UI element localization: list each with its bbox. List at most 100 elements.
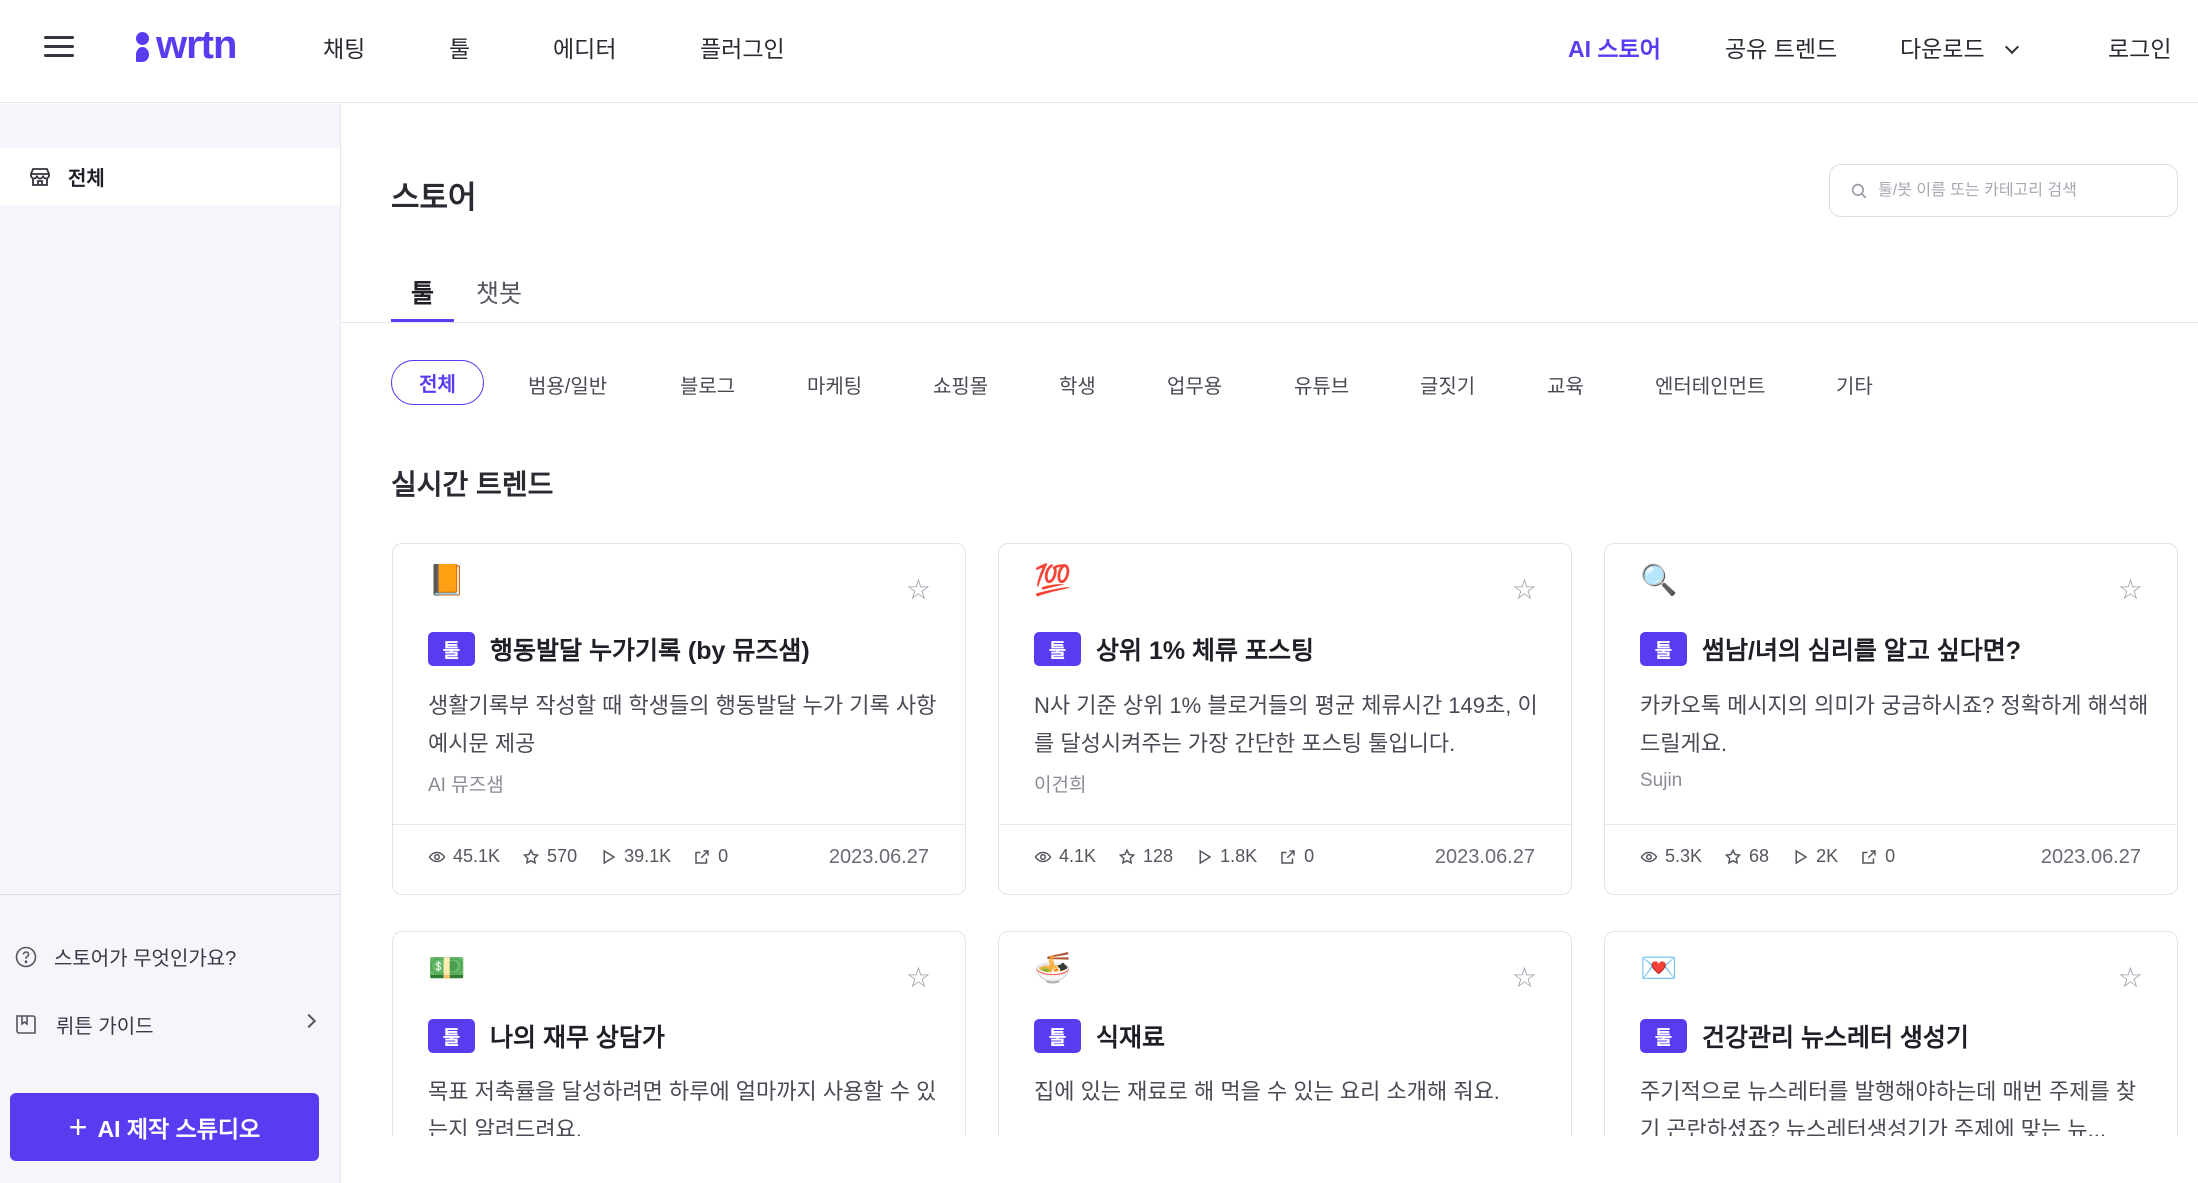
card-author: Sujin — [1640, 770, 1683, 791]
category-all[interactable]: 전체 — [391, 360, 484, 405]
nav-plugin[interactable]: 플러그인 — [700, 30, 785, 64]
login-button[interactable]: 로그인 — [2108, 30, 2171, 64]
section-title: 실시간 트렌드 — [391, 469, 554, 500]
card-title: 행동발달 누가기록 (by 뮤즈샘) — [490, 637, 810, 665]
card-title-row: 툴 나의 재무 상담가 — [428, 1018, 665, 1054]
sidebar: 전체 스토어가 무엇인가요? 뤼튼 가이드 + AI 제작 스튜디오 — [0, 104, 341, 1183]
share-icon — [1281, 849, 1295, 864]
plus-icon: + — [68, 1109, 88, 1145]
category-blog[interactable]: 블로그 — [680, 370, 735, 399]
tool-card[interactable]: 📙 ☆ 툴 행동발달 누가기록 (by 뮤즈샘) 생활기록부 작성할 때 학생들… — [392, 543, 966, 895]
top-header: wrtn 채팅 툴 에디터 플러그인 AI 스토어 공유 트렌드 다운로드 로그… — [0, 0, 2198, 103]
nav-chat[interactable]: 채팅 — [323, 30, 365, 64]
tool-badge: 툴 — [1034, 632, 1081, 666]
ai-studio-label: AI 제작 스튜디오 — [97, 1116, 261, 1142]
share-count: 0 — [718, 846, 729, 866]
sidebar-item-label: 전체 — [68, 168, 105, 190]
menu-icon[interactable] — [44, 36, 74, 58]
category-education[interactable]: 교육 — [1547, 370, 1584, 399]
tool-badge: 툴 — [1640, 632, 1687, 666]
help-link[interactable]: 스토어가 무엇인가요? — [14, 942, 314, 971]
tab-tools[interactable]: 툴 — [411, 274, 434, 310]
card-emoji-icon: 🔍 — [1640, 564, 1678, 597]
tool-card[interactable]: 🔍 ☆ 툴 썸남/녀의 심리를 알고 싶다면? 카카오톡 메시지의 의미가 궁금… — [1604, 543, 2178, 895]
sidebar-item-all[interactable]: 전체 — [0, 148, 340, 205]
nav-download-label: 다운로드 — [1900, 36, 1985, 62]
nav-editor[interactable]: 에디터 — [553, 30, 616, 64]
star-icon[interactable]: ☆ — [906, 576, 931, 604]
star-icon[interactable]: ☆ — [1512, 964, 1537, 992]
card-author: AI 뮤즈샘 — [428, 775, 504, 796]
tool-badge: 툴 — [1034, 1019, 1081, 1053]
card-description: 집에 있는 재료로 해 먹을 수 있는 요리 소개해 줘요. — [1034, 1079, 1500, 1104]
wrtn-logo[interactable]: wrtn — [136, 22, 237, 68]
nav-tool[interactable]: 툴 — [449, 30, 470, 64]
card-title: 나의 재무 상담가 — [490, 1024, 665, 1052]
tabs-divider — [342, 322, 2198, 323]
card-date: 2023.06.27 — [1434, 846, 1535, 868]
card-title-row: 툴 건강관리 뉴스레터 생성기 — [1640, 1018, 1969, 1054]
category-entertainment[interactable]: 엔터테인먼트 — [1655, 370, 1765, 399]
card-title: 건강관리 뉴스레터 생성기 — [1702, 1024, 1969, 1052]
category-general[interactable]: 범용/일반 — [528, 370, 607, 399]
tool-card[interactable]: 🍜 ☆ 툴 식재료 집에 있는 재료로 해 먹을 수 있는 요리 소개해 줘요. — [998, 931, 1572, 1171]
star-outline-icon — [1724, 848, 1742, 864]
nav-shared-trend[interactable]: 공유 트렌드 — [1725, 30, 1837, 64]
category-marketing[interactable]: 마케팅 — [807, 370, 862, 399]
logo-text: wrtn — [156, 22, 237, 67]
category-business[interactable]: 업무용 — [1167, 370, 1222, 399]
share-count: 0 — [1304, 846, 1315, 866]
share-count: 0 — [1885, 846, 1896, 866]
star-icon[interactable]: ☆ — [2118, 576, 2143, 604]
category-youtube[interactable]: 유튜브 — [1294, 370, 1349, 399]
tool-badge: 툴 — [428, 632, 475, 666]
card-stats: 5.3K 68 2K 0 — [1640, 846, 1917, 867]
view-count: 4.1K — [1059, 846, 1097, 866]
card-description: 생활기록부 작성할 때 학생들의 행동발달 누가 기록 사항 예시문 제공 — [428, 693, 937, 756]
search-icon — [1851, 183, 1867, 198]
share-icon — [695, 849, 709, 864]
view-count: 45.1K — [453, 846, 501, 866]
category-student[interactable]: 학생 — [1059, 370, 1096, 399]
card-title-row: 툴 행동발달 누가기록 (by 뮤즈샘) — [428, 631, 810, 667]
search-input[interactable] — [1878, 181, 2158, 200]
category-shopping[interactable]: 쇼핑몰 — [933, 370, 988, 399]
card-emoji-icon: 💵 — [428, 952, 466, 985]
ai-studio-button[interactable]: + AI 제작 스튜디오 — [10, 1093, 319, 1161]
guide-link[interactable]: 뤼튼 가이드 — [14, 1010, 317, 1039]
card-title-row: 툴 식재료 — [1034, 1018, 1165, 1054]
content-bottom-mask — [342, 1136, 2198, 1183]
card-date: 2023.06.27 — [2040, 846, 2141, 868]
card-title-row: 툴 썸남/녀의 심리를 알고 싶다면? — [1640, 631, 2021, 667]
card-date: 2023.06.27 — [828, 846, 929, 868]
tool-card[interactable]: 💌 ☆ 툴 건강관리 뉴스레터 생성기 주기적으로 뉴스레터를 발행해야하는데 … — [1604, 931, 2178, 1171]
nav-download[interactable]: 다운로드 — [1900, 30, 2019, 64]
book-icon — [16, 1014, 36, 1034]
tool-card[interactable]: 💯 ☆ 툴 상위 1% 체류 포스팅 N사 기준 상위 1% 블로거들의 평균 … — [998, 543, 1572, 895]
card-divider — [1605, 824, 2177, 825]
tool-badge: 툴 — [1640, 1019, 1687, 1053]
star-icon[interactable]: ☆ — [2118, 964, 2143, 992]
star-count: 128 — [1143, 846, 1174, 866]
tab-chatbots[interactable]: 챗봇 — [476, 274, 522, 310]
card-divider — [999, 824, 1571, 825]
category-etc[interactable]: 기타 — [1836, 370, 1873, 399]
star-icon[interactable]: ☆ — [906, 964, 931, 992]
eye-icon — [1640, 851, 1658, 862]
card-emoji-icon: 💌 — [1640, 952, 1678, 985]
tool-card[interactable]: 💵 ☆ 툴 나의 재무 상담가 목표 저축률을 달성하려면 하루에 얼마까지 사… — [392, 931, 966, 1171]
help-link-label: 스토어가 무엇인가요? — [54, 948, 237, 970]
card-description: N사 기준 상위 1% 블로거들의 평균 체류시간 149초, 이를 달성시켜주… — [1034, 693, 1538, 756]
play-count: 1.8K — [1220, 846, 1258, 866]
search-box[interactable] — [1829, 164, 2178, 217]
star-outline-icon — [522, 848, 540, 864]
eye-icon — [428, 851, 446, 862]
play-count: 2K — [1816, 846, 1839, 866]
card-stats: 4.1K 128 1.8K 0 — [1034, 846, 1336, 867]
card-divider — [393, 824, 965, 825]
category-writing[interactable]: 글짓기 — [1420, 370, 1475, 399]
star-icon[interactable]: ☆ — [1512, 576, 1537, 604]
nav-ai-store[interactable]: AI 스토어 — [1568, 30, 1661, 64]
logo-mark — [136, 28, 150, 62]
store-icon — [30, 167, 50, 186]
